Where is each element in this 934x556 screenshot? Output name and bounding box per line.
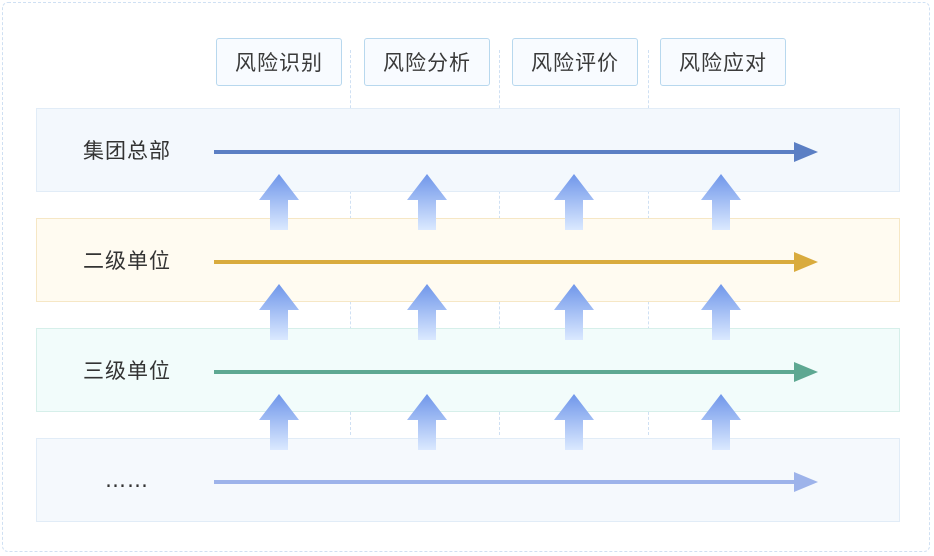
level-label: …… [105,468,149,492]
level-label: 三级单位 [83,359,171,383]
up-arrow-icon [407,394,447,450]
stage-risk-identification: 风险识别 [216,38,342,86]
process-arrow-line [214,472,818,492]
process-arrow-line [214,362,818,382]
stage-risk-response: 风险应对 [660,38,786,86]
up-arrow-icon [554,284,594,340]
up-arrow-icon [407,284,447,340]
up-arrow-icon [701,394,741,450]
level-label: 二级单位 [83,249,171,273]
up-arrow-icon [554,174,594,230]
up-arrow-icon [554,394,594,450]
diagram-canvas: 风险识别 风险分析 风险评价 风险应对 集团总部 二级单位 三级单位 …… [0,0,934,556]
up-arrow-icon [701,174,741,230]
level-label: 集团总部 [83,139,171,163]
up-arrow-icon [259,174,299,230]
up-arrow-icon [407,174,447,230]
up-arrow-icon [259,284,299,340]
stage-risk-analysis: 风险分析 [364,38,490,86]
process-arrow-line [214,142,818,162]
process-arrow-line [214,252,818,272]
stage-risk-evaluation: 风险评价 [512,38,638,86]
up-arrow-icon [259,394,299,450]
up-arrow-icon [701,284,741,340]
